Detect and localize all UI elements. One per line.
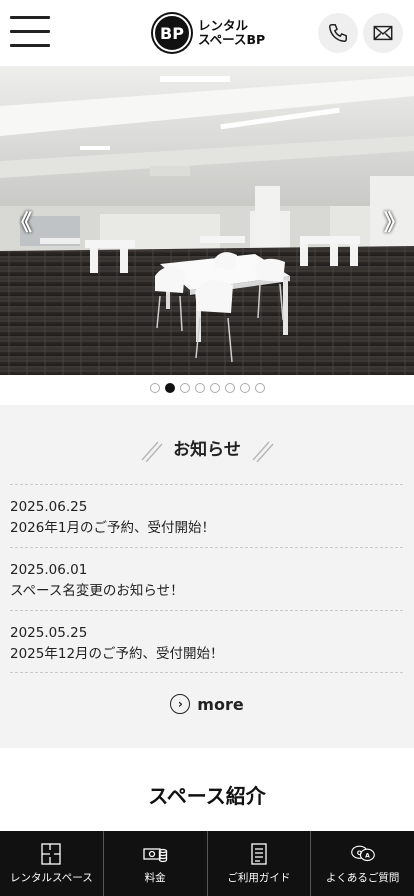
- faq-icon: Q A: [350, 845, 375, 861]
- slide-dot[interactable]: [239, 383, 250, 393]
- slide-dot[interactable]: [224, 383, 235, 393]
- phone-button[interactable]: [318, 13, 358, 53]
- space-intro-heading: スペース紹介: [148, 784, 266, 808]
- news-text[interactable]: スペース名変更のお知らせ！: [10, 581, 403, 601]
- slide-dot[interactable]: [179, 383, 190, 393]
- mail-button[interactable]: [363, 13, 403, 53]
- news-list: 2025.06.25 2026年1月のご予約、受付開始！ 2025.06.01 …: [10, 484, 403, 673]
- prev-slide-arrow-icon[interactable]: 《: [6, 206, 36, 236]
- slide-dot[interactable]: [149, 383, 160, 393]
- more-label: more: [197, 694, 244, 714]
- news-section: お知らせ 2025.06.25 2026年1月のご予約、受付開始！ 2025.0…: [0, 405, 414, 748]
- mail-icon: [373, 25, 393, 41]
- svg-text:A: A: [365, 852, 370, 859]
- slash-decoration-icon: [252, 441, 274, 462]
- floorplan-icon: [41, 842, 62, 865]
- hero-slider[interactable]: 《 》: [0, 66, 414, 375]
- logo-mark: BP: [153, 14, 191, 52]
- news-text[interactable]: 2025年12月のご予約、受付開始！: [10, 644, 403, 664]
- logo-line-2: スペースBP: [198, 32, 266, 47]
- news-date: 2025.06.25: [10, 499, 88, 515]
- news-heading: お知らせ: [173, 440, 241, 460]
- news-date: 2025.06.01: [10, 562, 88, 578]
- nav-item-guide[interactable]: ご利用ガイド: [208, 831, 312, 896]
- nav-item-faq[interactable]: Q A よくあるご質問: [311, 831, 414, 896]
- news-item[interactable]: 2025.06.01 スペース名変更のお知らせ！: [10, 547, 403, 610]
- slide-dot[interactable]: [254, 383, 265, 393]
- logo-text: レンタル スペースBP: [198, 19, 265, 47]
- nav-label: レンタルスペース: [10, 871, 93, 884]
- svg-text:Q: Q: [357, 849, 362, 856]
- slider-pagination: [0, 383, 414, 397]
- next-slide-arrow-icon[interactable]: 》: [380, 206, 410, 236]
- site-logo[interactable]: BP レンタル スペースBP: [153, 14, 265, 52]
- guide-icon: [251, 842, 267, 865]
- news-item[interactable]: 2025.06.25 2026年1月のご予約、受付開始！: [10, 484, 403, 547]
- money-icon: [143, 847, 168, 862]
- hero-room-image: [0, 66, 414, 375]
- more-link[interactable]: › more: [0, 694, 414, 714]
- nav-label: ご利用ガイド: [227, 871, 291, 884]
- nav-item-rental-space[interactable]: レンタルスペース: [0, 831, 104, 896]
- slide-dot-active[interactable]: [164, 383, 175, 393]
- chevron-right-circle-icon: ›: [170, 694, 191, 714]
- news-date: 2025.05.25: [10, 625, 88, 641]
- news-item[interactable]: 2025.05.25 2025年12月のご予約、受付開始！: [10, 610, 403, 673]
- phone-icon: [329, 24, 347, 42]
- nav-label: よくあるご質問: [325, 871, 400, 884]
- slide-dot[interactable]: [194, 383, 205, 393]
- nav-label: 料金: [144, 871, 166, 884]
- news-text[interactable]: 2026年1月のご予約、受付開始！: [10, 518, 403, 538]
- site-header: BP レンタル スペースBP: [0, 0, 414, 66]
- bottom-nav: レンタルスペース 料金 ご利用ガイド Q A よくあるご質問: [0, 831, 414, 896]
- logo-line-1: レンタル: [198, 18, 249, 33]
- slide-dot[interactable]: [209, 383, 220, 393]
- nav-item-pricing[interactable]: 料金: [104, 831, 208, 896]
- hamburger-menu-icon[interactable]: [10, 16, 50, 48]
